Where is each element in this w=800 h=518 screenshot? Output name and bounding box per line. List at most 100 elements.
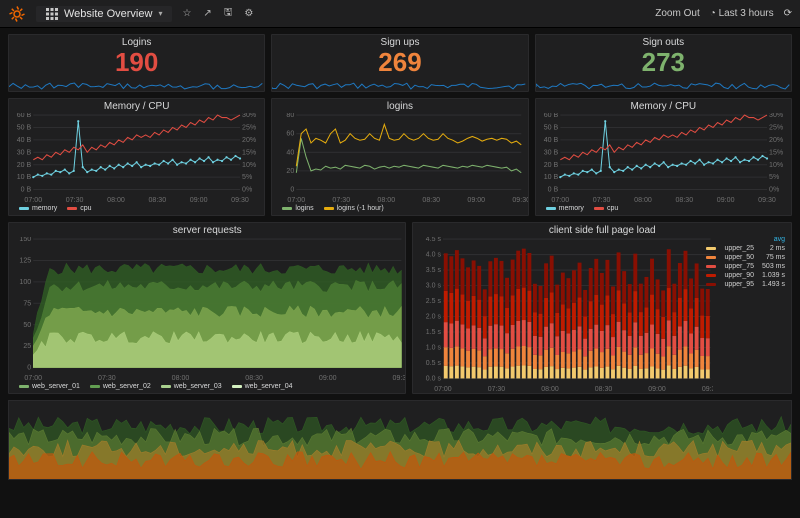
- time-range-picker[interactable]: ◔ Last 3 hours: [710, 8, 774, 19]
- legend: memory cpu: [536, 204, 791, 215]
- clock-icon: ◔: [710, 8, 716, 19]
- panel-title: logins: [272, 99, 527, 113]
- svg-text:08:30: 08:30: [595, 385, 613, 393]
- svg-text:08:30: 08:30: [245, 374, 263, 382]
- svg-text:75: 75: [23, 299, 31, 307]
- dashboard-title: Website Overview: [64, 8, 152, 20]
- legend-item[interactable]: cpu: [594, 205, 618, 212]
- svg-text:30 B: 30 B: [17, 148, 32, 156]
- singlestat-panel[interactable]: Logins190: [8, 34, 265, 92]
- legend: logins logins (-1 hour): [272, 204, 527, 215]
- svg-text:150: 150: [19, 237, 31, 243]
- svg-text:07:00: 07:00: [24, 374, 42, 382]
- svg-text:0%: 0%: [242, 186, 253, 194]
- star-icon[interactable]: ☆: [182, 8, 191, 19]
- legend-row[interactable]: upper_5075 ms: [702, 253, 789, 262]
- panel-memory-cpu-left[interactable]: Memory / CPU 0 B10 B20 B30 B40 B50 B60 B…: [8, 98, 265, 216]
- legend-item[interactable]: memory: [546, 205, 584, 212]
- svg-text:07:00: 07:00: [435, 385, 453, 393]
- svg-text:09:00: 09:00: [649, 385, 667, 393]
- row-graphs-small: Memory / CPU 0 B10 B20 B30 B40 B50 B60 B…: [8, 98, 792, 216]
- svg-text:08:00: 08:00: [172, 374, 190, 382]
- svg-text:15%: 15%: [242, 148, 257, 156]
- legend-item[interactable]: cpu: [67, 205, 91, 212]
- time-controls: Zoom Out ◔ Last 3 hours ⟳: [655, 8, 792, 19]
- svg-text:2.0 s: 2.0 s: [426, 312, 442, 320]
- legend-row[interactable]: upper_252 ms: [702, 244, 789, 253]
- svg-text:30%: 30%: [769, 113, 784, 119]
- panel-memory-cpu-right[interactable]: Memory / CPU 0 B10 B20 B30 B40 B50 B60 B…: [535, 98, 792, 216]
- svg-text:09:30: 09:30: [393, 374, 406, 382]
- legend-row[interactable]: upper_901.039 s: [702, 271, 789, 280]
- legend-item[interactable]: web_server_04: [232, 383, 293, 390]
- dashboard-body: Logins190Sign ups269Sign outs273 Memory …: [0, 28, 800, 518]
- svg-text:25%: 25%: [242, 123, 257, 131]
- dashboard-grid-icon: [46, 8, 58, 20]
- row-graphs-large: server requests 025507510012515007:0007:…: [8, 222, 792, 394]
- svg-text:80: 80: [287, 113, 295, 119]
- svg-text:09:00: 09:00: [319, 374, 337, 382]
- svg-text:1.0 s: 1.0 s: [426, 343, 442, 351]
- panel-title: server requests: [9, 223, 405, 237]
- svg-text:2.5 s: 2.5 s: [426, 297, 442, 305]
- svg-text:0: 0: [291, 186, 295, 194]
- svg-text:125: 125: [19, 256, 31, 264]
- svg-text:07:00: 07:00: [24, 196, 42, 204]
- svg-text:30 B: 30 B: [543, 148, 558, 156]
- svg-text:08:00: 08:00: [107, 196, 125, 204]
- svg-text:07:00: 07:00: [551, 196, 569, 204]
- legend-row[interactable]: upper_75503 ms: [702, 262, 789, 271]
- stat-value: 273: [642, 49, 685, 75]
- svg-text:20%: 20%: [242, 136, 257, 144]
- svg-text:3.0 s: 3.0 s: [426, 281, 442, 289]
- legend-item[interactable]: logins (-1 hour): [324, 205, 384, 212]
- svg-text:0%: 0%: [769, 186, 780, 194]
- svg-text:08:00: 08:00: [378, 196, 396, 204]
- share-icon[interactable]: ↗: [203, 8, 211, 19]
- svg-text:30%: 30%: [242, 113, 257, 119]
- sparkline: [272, 75, 527, 91]
- legend-row[interactable]: upper_951.493 s: [702, 280, 789, 289]
- panel-footer-sparkline[interactable]: [8, 400, 792, 480]
- legend-item[interactable]: logins: [282, 205, 313, 212]
- svg-text:50: 50: [23, 321, 31, 329]
- stat-value: 190: [115, 49, 158, 75]
- panel-page-load[interactable]: client side full page load 0.0 s0.5 s1.0…: [412, 222, 792, 394]
- panel-logins[interactable]: logins 02040608007:0007:3008:0008:3009:0…: [271, 98, 528, 216]
- svg-text:40 B: 40 B: [543, 136, 558, 144]
- stat-value: 269: [378, 49, 421, 75]
- svg-text:5%: 5%: [769, 173, 780, 181]
- singlestat-panel[interactable]: Sign ups269: [271, 34, 528, 92]
- svg-text:25%: 25%: [769, 123, 784, 131]
- settings-icon[interactable]: ⚙: [244, 8, 253, 19]
- svg-text:07:00: 07:00: [288, 196, 306, 204]
- panel-server-requests[interactable]: server requests 025507510012515007:0007:…: [8, 222, 406, 394]
- caret-down-icon: ▾: [158, 9, 162, 18]
- legend-item[interactable]: web_server_02: [90, 383, 151, 390]
- svg-text:09:00: 09:00: [190, 196, 208, 204]
- svg-text:5%: 5%: [242, 173, 253, 181]
- svg-text:08:30: 08:30: [148, 196, 166, 204]
- svg-text:09:30: 09:30: [231, 196, 249, 204]
- grafana-logo-icon[interactable]: [8, 5, 26, 23]
- svg-text:07:30: 07:30: [98, 374, 116, 382]
- svg-text:0 B: 0 B: [547, 186, 558, 194]
- singlestat-panel[interactable]: Sign outs273: [535, 34, 792, 92]
- svg-text:09:00: 09:00: [468, 196, 486, 204]
- legend-item[interactable]: memory: [19, 205, 57, 212]
- svg-text:10 B: 10 B: [17, 173, 32, 181]
- svg-text:07:30: 07:30: [592, 196, 610, 204]
- legend-item[interactable]: web_server_03: [161, 383, 222, 390]
- svg-text:1.5 s: 1.5 s: [426, 328, 442, 336]
- legend-table: avgupper_252 msupper_5075 msupper_75503 …: [702, 235, 789, 289]
- refresh-icon[interactable]: ⟳: [784, 8, 792, 19]
- dashboard-picker[interactable]: Website Overview ▾: [36, 6, 172, 22]
- svg-text:4.0 s: 4.0 s: [426, 251, 442, 259]
- svg-text:50 B: 50 B: [17, 123, 32, 131]
- save-icon[interactable]: 🖫: [224, 5, 233, 22]
- svg-text:40: 40: [287, 148, 295, 156]
- legend-item[interactable]: web_server_01: [19, 383, 80, 390]
- svg-text:08:30: 08:30: [675, 196, 693, 204]
- zoom-out-button[interactable]: Zoom Out: [655, 8, 699, 19]
- svg-text:60 B: 60 B: [543, 113, 558, 119]
